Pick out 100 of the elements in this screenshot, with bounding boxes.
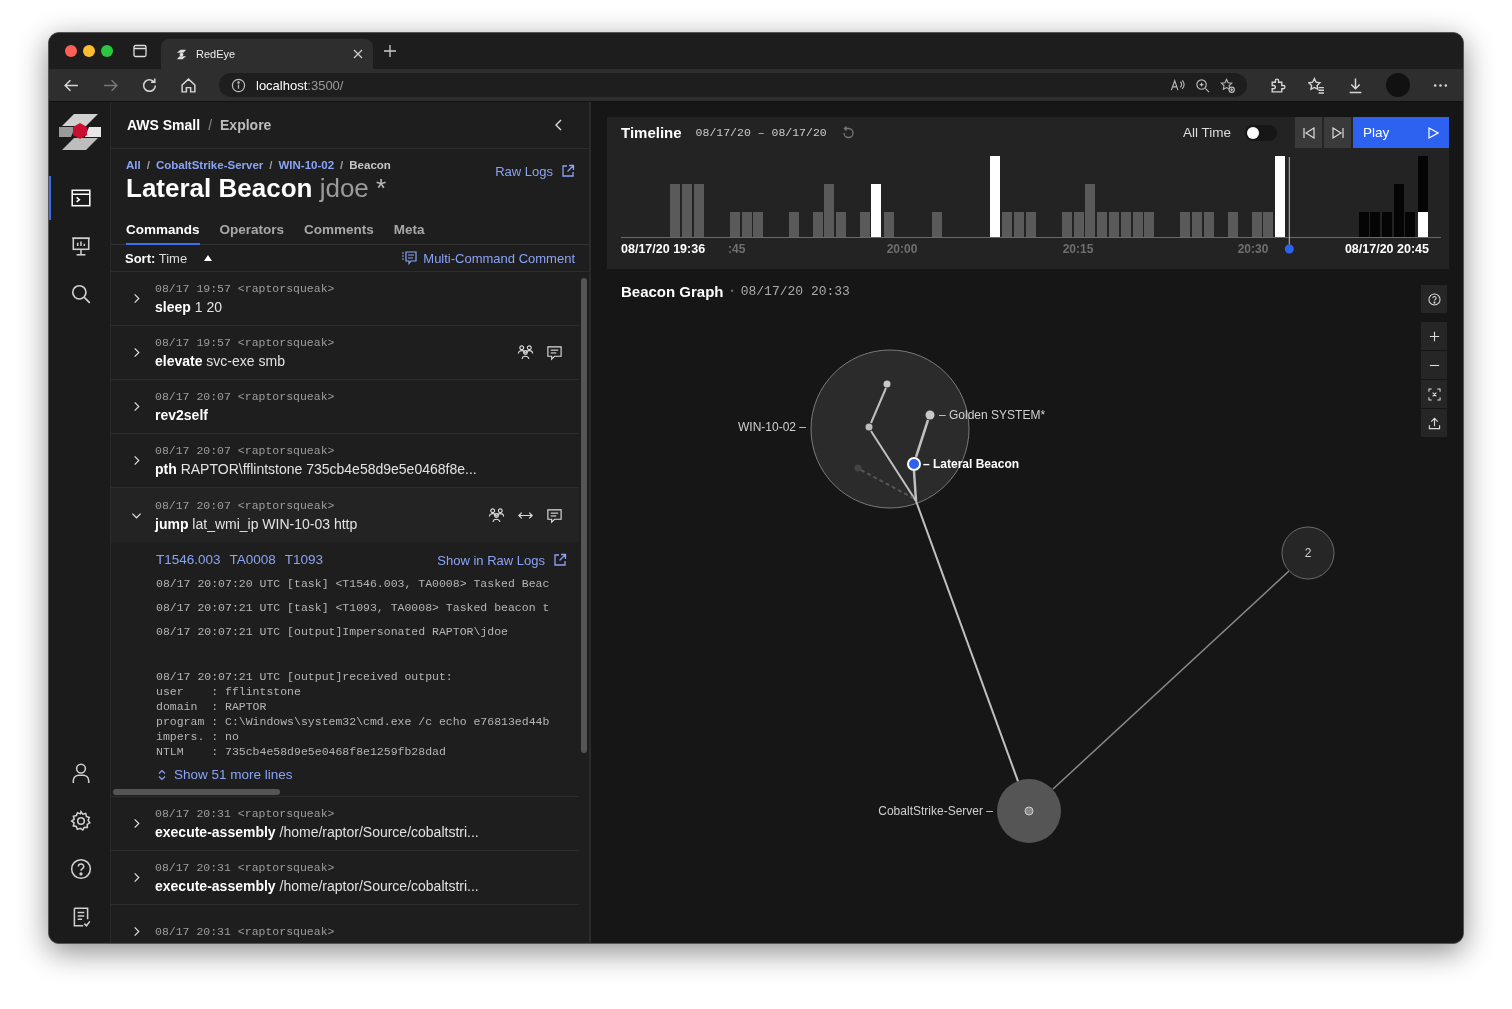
expand-icon[interactable] xyxy=(156,768,168,781)
multi-command-comment-link[interactable]: Multi-Command Comment xyxy=(401,250,575,266)
reset-icon[interactable] xyxy=(840,125,855,140)
server-node[interactable] xyxy=(997,779,1061,843)
read-aloud-icon[interactable] xyxy=(1170,77,1185,93)
command-row[interactable]: 08/17 19:57 <raptorsqueak> sleep 1 20 xyxy=(111,272,579,326)
close-window-button[interactable] xyxy=(65,45,77,57)
command-text: pth RAPTOR\fflintstone 735cb4e58d9e5e0468f8e... xyxy=(155,461,478,477)
export-icon[interactable] xyxy=(1427,416,1441,430)
terminal-icon[interactable] xyxy=(69,187,92,209)
scrubber-handle[interactable] xyxy=(1284,156,1294,254)
command-text: execute-assembly /home/raptor/Source/cobaltstri... xyxy=(155,824,480,840)
breadcrumb-link[interactable]: CobaltStrike-Server xyxy=(155,159,264,171)
technique-tag[interactable]: TA0008 xyxy=(229,551,276,567)
download-icon[interactable] xyxy=(1347,76,1364,94)
command-meta: 08/17 20:07 <raptorsqueak> xyxy=(155,390,336,403)
command-row[interactable]: 08/17 20:07 <raptorsqueak> jump lat_wmi_ip WIN-10-03 http xyxy=(111,488,579,542)
browser-tab[interactable]: RedEye xyxy=(161,39,373,69)
scrollbar-thumb[interactable] xyxy=(581,278,587,753)
play-icon[interactable] xyxy=(1427,126,1439,139)
address-field[interactable]: localhost:3500/ xyxy=(219,73,1247,97)
group-count: 2 xyxy=(1304,546,1312,560)
skip-forward-icon[interactable] xyxy=(1330,125,1345,140)
graph-edge xyxy=(870,387,887,424)
sidebar-icon[interactable] xyxy=(133,44,147,58)
external-link-icon[interactable] xyxy=(561,164,575,178)
puzzle-icon[interactable] xyxy=(1269,76,1286,94)
help-icon[interactable] xyxy=(1427,292,1441,306)
timeline-title: Timeline xyxy=(621,124,682,141)
node-label: WIN-10-02 – xyxy=(737,420,806,434)
comment-icon[interactable] xyxy=(546,344,563,361)
maximize-window-button[interactable] xyxy=(101,45,113,57)
sort-control[interactable]: Sort: Time xyxy=(125,250,188,266)
axis-label: 20:30 xyxy=(1237,242,1269,256)
settings-icon[interactable] xyxy=(69,810,92,832)
breadcrumb-separator: / xyxy=(208,117,213,133)
tab[interactable]: Operators xyxy=(219,218,285,245)
show-more-link[interactable]: Show 51 more lines xyxy=(156,767,567,782)
breadcrumb-link[interactable]: All xyxy=(126,159,141,171)
breadcrumb-current: Beacon xyxy=(349,159,391,171)
fit-view-button[interactable] xyxy=(1421,380,1447,408)
command-row[interactable]: 08/17 20:31 <raptorsqueak> execute-assembly /home/raptor/Source/cobaltstri... xyxy=(111,851,579,905)
operators-icon[interactable] xyxy=(488,506,505,524)
help-button[interactable] xyxy=(1421,285,1447,313)
campaign-name[interactable]: AWS Small xyxy=(127,117,201,133)
node-label: CobaltStrike-Server – xyxy=(878,804,993,818)
beacon-title: Lateral Beacon jdoe * xyxy=(126,173,388,204)
breadcrumb-separator: / xyxy=(146,159,150,171)
graph-time: 08/17/20 20:33 xyxy=(740,283,850,299)
reload-icon[interactable] xyxy=(141,76,158,94)
breadcrumb-link[interactable]: WIN-10-02 xyxy=(278,159,335,171)
skip-forward-button[interactable] xyxy=(1324,117,1351,148)
all-time-toggle[interactable] xyxy=(1245,124,1277,141)
favorites-icon[interactable] xyxy=(1308,76,1325,94)
zoom-in-icon[interactable] xyxy=(1427,329,1441,343)
command-row[interactable]: 08/17 20:07 <raptorsqueak> rev2self xyxy=(111,380,579,434)
beacon-node[interactable] xyxy=(883,380,891,388)
command-row[interactable]: 08/17 20:31 <raptorsqueak> execute-assembly /home/raptor/Source/cobaltstri... xyxy=(111,797,579,851)
tab[interactable]: Commands xyxy=(126,218,200,245)
faded-node xyxy=(854,464,862,472)
technique-tag[interactable]: T1093 xyxy=(284,551,324,567)
operators-icon[interactable] xyxy=(517,344,534,361)
minimize-window-button[interactable] xyxy=(83,45,95,57)
skip-back-button[interactable] xyxy=(1295,117,1322,148)
command-text: rev2self xyxy=(155,407,209,423)
home-icon[interactable] xyxy=(180,76,197,94)
new-tab-icon[interactable] xyxy=(383,44,397,58)
skip-back-icon[interactable] xyxy=(1301,125,1316,140)
dashed-edge xyxy=(860,469,914,499)
host-node[interactable] xyxy=(865,423,873,431)
play-button[interactable]: Play xyxy=(1353,117,1449,148)
raw-logs-link[interactable]: Raw Logs xyxy=(495,161,575,181)
info-icon[interactable] xyxy=(231,77,246,93)
favorite-add-icon[interactable] xyxy=(1220,77,1235,93)
search-icon[interactable] xyxy=(69,283,92,305)
presentation-icon[interactable] xyxy=(69,235,92,257)
close-icon[interactable] xyxy=(353,49,363,59)
external-link-icon[interactable] xyxy=(553,553,567,567)
command-meta: 08/17 20:31 <raptorsqueak> xyxy=(155,861,336,874)
beacon-node[interactable] xyxy=(907,457,921,471)
zoom-icon[interactable] xyxy=(1195,77,1210,93)
command-row[interactable]: 08/17 19:57 <raptorsqueak> elevate svc-exe smb xyxy=(111,326,579,380)
logo-icon xyxy=(175,47,188,61)
tab[interactable]: Comments xyxy=(304,218,374,245)
fit-view-icon[interactable] xyxy=(1427,387,1441,401)
help-icon[interactable] xyxy=(69,858,92,880)
beacon-node[interactable] xyxy=(925,410,935,420)
scrollbar-thumb[interactable] xyxy=(113,789,280,795)
export-button[interactable] xyxy=(1421,409,1447,437)
end-time-label: 08/17/20 20:45 xyxy=(1344,242,1429,256)
technique-tag[interactable]: T1546.003 xyxy=(156,551,221,567)
group-node[interactable] xyxy=(1281,526,1335,580)
tab[interactable]: Meta xyxy=(393,218,425,245)
command-meta: 08/17 19:57 <raptorsqueak> xyxy=(155,336,336,349)
zoom-in-button[interactable] xyxy=(1421,322,1447,350)
comment-list-icon[interactable] xyxy=(401,251,418,265)
sort-ascending-icon[interactable] xyxy=(203,254,214,262)
show-in-raw-logs-link[interactable]: Show in Raw Logs xyxy=(437,550,567,570)
log-entry: 08/17 20:07:21 UTC [output]received output: user : fflintstone domain : RAPTOR program : C:\Windows\system32\cmd.exe /c echo e76813ed44b impers. : no NTLM : 735cb4e58d9e5e0468f8e1259fb28dad xyxy=(156,669,551,759)
comment-icon[interactable] xyxy=(546,506,563,524)
